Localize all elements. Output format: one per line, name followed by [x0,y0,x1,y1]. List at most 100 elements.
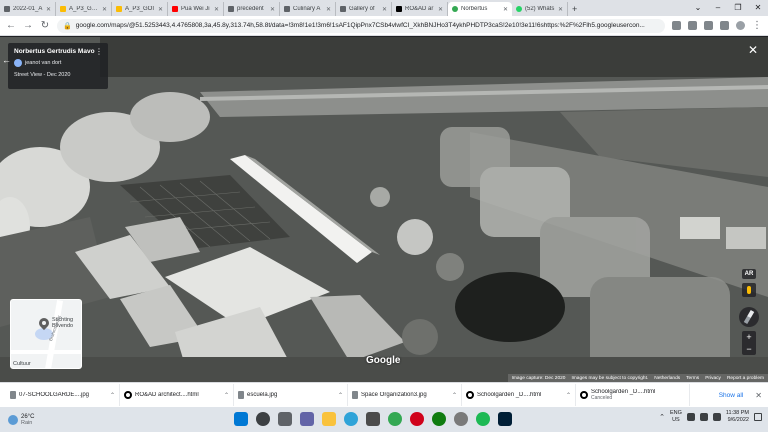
volume-icon[interactable] [699,413,708,421]
tab-close-icon[interactable]: ✕ [326,6,331,13]
browser-tab-active[interactable]: Norbertus ✕ [448,2,512,16]
close-downloads-icon[interactable]: ✕ [755,391,762,400]
teams-chat-icon[interactable] [300,412,314,426]
xbox-icon[interactable] [432,412,446,426]
download-filename: 07-SCHOOLGARDE....jpg [19,392,90,398]
weather-widget[interactable]: 26°C Rain [0,414,80,426]
battery-icon[interactable] [712,413,721,421]
browser-tab[interactable]: A_P3_GOI ✕ [112,2,168,16]
terms-link[interactable]: Terms [686,376,699,381]
tab-close-icon[interactable]: ✕ [438,6,443,13]
close-icon[interactable]: ✕ [748,43,758,57]
start-windows-icon[interactable] [234,412,248,426]
region-code: US [672,417,680,423]
chevron-up-icon[interactable]: ⌃ [659,413,665,421]
chevron-up-icon[interactable]: ⌃ [224,392,229,399]
browser-tab[interactable]: (52) Whats ✕ [512,2,568,16]
task-view-icon[interactable] [278,412,292,426]
author-name[interactable]: jeanot van dort [25,60,61,66]
tab-label: Culinary A [293,6,321,12]
pegman-icon[interactable] [742,283,756,297]
chevron-up-icon[interactable]: ⌃ [110,392,115,399]
address-bar[interactable]: 🔒 google.com/maps/@51.5253443,4.4765808,… [57,18,665,33]
browser-tab[interactable]: 2022-01_A ✕ [0,2,56,16]
wifi-icon[interactable] [686,413,695,421]
profile-avatar[interactable] [736,21,745,30]
download-item[interactable]: Schoolgarden _D....html Canceled [576,384,690,406]
clock[interactable]: 11:38 PM 9/6/2022 [726,410,749,424]
bookmark-star-icon[interactable] [688,21,697,30]
download-item[interactable]: Space Organization3.jpg ⌃ [348,384,462,406]
zoom-out-button[interactable]: − [746,343,751,355]
language-indicator[interactable]: ENG US [670,410,682,424]
chevron-up-icon[interactable]: ⌃ [566,392,571,399]
browser-tab[interactable]: Pua Wei Ji ✕ [168,2,224,16]
window-controls: ⌄ – ❐ ✕ [688,0,768,16]
download-item[interactable]: 07-SCHOOLGARDE....jpg ⌃ [6,384,120,406]
notification-icon[interactable] [754,413,762,421]
store-icon[interactable] [366,412,380,426]
reload-icon[interactable]: ↻ [40,20,50,31]
compass-icon[interactable] [739,307,759,327]
chevron-up-icon[interactable]: ⌃ [338,392,343,399]
street-view-viewer[interactable]: Norbertus Gertrudis Mavo ⋮ jeanot van do… [0,37,768,382]
browser-tab[interactable]: A_P3_GAR ✕ [56,2,112,16]
tab-close-icon[interactable]: ✕ [46,6,51,13]
browser-tab[interactable]: Culinary A ✕ [280,2,336,16]
report-problem-link[interactable]: Report a problem [727,376,764,381]
download-item[interactable]: escuela.jpg ⌃ [234,384,348,406]
minimize-icon[interactable]: – [708,0,728,16]
lock-icon[interactable]: 🔒 [63,22,72,30]
extensions-icon[interactable] [704,21,713,30]
back-icon[interactable]: ← [6,20,16,31]
file-explorer-icon[interactable] [322,412,336,426]
tab-close-icon[interactable]: ✕ [270,6,275,13]
author-avatar[interactable] [14,59,22,67]
street-view-image[interactable] [0,37,768,382]
edge-icon[interactable] [344,412,358,426]
chevron-up-icon[interactable]: ⌃ [452,392,457,399]
settings-gear-icon[interactable] [454,412,468,426]
tab-label: A_P3_GAR [69,6,99,12]
tab-close-icon[interactable]: ✕ [503,6,508,13]
tab-favicon-icon [4,6,10,12]
side-panel-icon[interactable] [720,21,729,30]
close-window-icon[interactable]: ✕ [748,0,768,16]
download-item[interactable]: Schoolgarden _D....html ⌃ [462,384,576,406]
place-info-card[interactable]: Norbertus Gertrudis Mavo ⋮ jeanot van do… [8,43,108,89]
tab-close-icon[interactable]: ✕ [382,6,387,13]
show-all-button[interactable]: Show all [713,389,750,402]
zoom-in-button[interactable]: + [746,331,751,343]
tab-close-icon[interactable]: ✕ [102,6,107,13]
chrome-icon[interactable] [388,412,402,426]
privacy-link[interactable]: Privacy [705,376,721,381]
browser-tab[interactable]: Gallery of ✕ [336,2,392,16]
tab-search-icon[interactable]: ⌄ [688,0,708,16]
language-code: ENG [669,410,682,416]
spotify-icon[interactable] [476,412,490,426]
place-title[interactable]: Norbertus Gertrudis Mavo [14,48,102,55]
tab-favicon-icon [228,6,234,12]
maximize-icon[interactable]: ❐ [728,0,748,16]
capture-date[interactable]: Street View - Dec 2020 [14,72,102,78]
photoshop-icon[interactable] [498,412,512,426]
tab-close-icon[interactable]: ✕ [158,6,163,13]
forward-icon[interactable]: → [23,20,33,31]
search-icon[interactable] [256,412,270,426]
new-tab-button[interactable]: + [572,4,577,14]
ar-button[interactable]: AR [741,269,757,279]
menu-kebab-icon[interactable]: ⋮ [752,20,762,31]
more-options-icon[interactable]: ⋮ [95,47,103,56]
maps-pin-icon [452,6,458,12]
download-item[interactable]: RO&AD architect....html ⌃ [120,384,234,406]
browser-tab[interactable]: precedent ✕ [224,2,280,16]
tab-close-icon[interactable]: ✕ [558,6,563,13]
back-arrow-icon[interactable]: ← [2,55,11,65]
browser-tab[interactable]: RO&AD ar ✕ [392,2,448,16]
opera-app-icon[interactable] [410,412,424,426]
minimap[interactable]: Stichting Blivendo Brahmsstraat Cultuur [10,299,82,369]
region-link[interactable]: Netherlands [654,376,680,381]
tab-label: Gallery of [349,6,375,12]
tab-close-icon[interactable]: ✕ [214,6,219,13]
share-icon[interactable] [672,21,681,30]
